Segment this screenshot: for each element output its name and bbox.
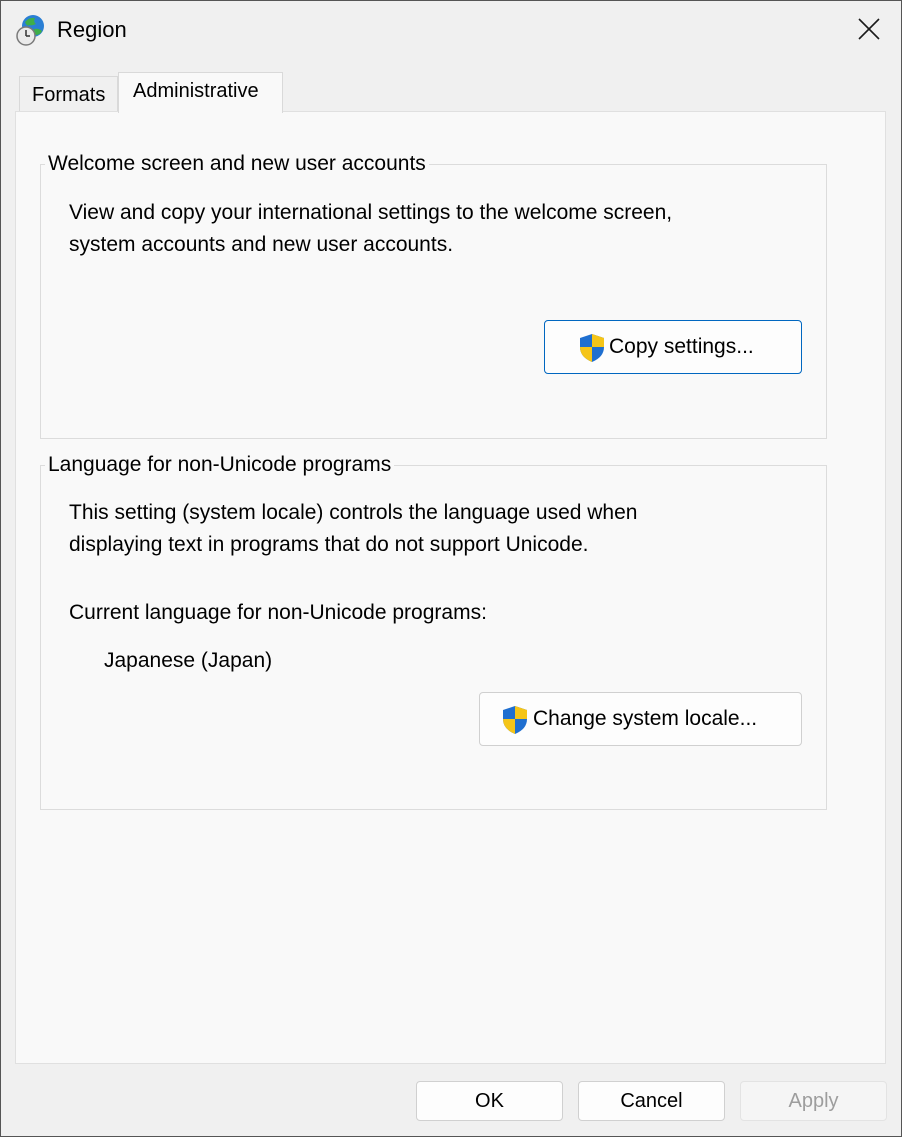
non-unicode-group-title: Language for non-Unicode programs [45, 453, 395, 477]
globe-clock-icon [15, 13, 47, 47]
window-title: Region [57, 17, 127, 42]
administrative-panel: Welcome screen and new user accounts Vie… [15, 111, 886, 1064]
welcome-screen-group-title: Welcome screen and new user accounts [45, 152, 429, 176]
cancel-button[interactable]: Cancel [578, 1081, 725, 1121]
locale-description-line2: displaying text in programs that do not … [69, 533, 589, 556]
uac-shield-icon [501, 705, 529, 741]
close-icon [858, 18, 880, 40]
region-dialog: Region Formats Administrative Welcome sc… [0, 0, 902, 1137]
copy-settings-button[interactable]: Copy settings... [544, 320, 802, 374]
locale-description-line1: This setting (system locale) controls th… [69, 501, 638, 524]
close-button[interactable] [845, 9, 893, 49]
change-system-locale-button[interactable]: Change system locale... [479, 692, 802, 746]
apply-button[interactable]: Apply [740, 1081, 887, 1121]
tab-formats[interactable]: Formats [19, 76, 118, 112]
welcome-description-line2: system accounts and new user accounts. [69, 233, 454, 256]
current-language-value: Japanese (Japan) [104, 649, 273, 672]
current-language-label: Current language for non-Unicode program… [69, 601, 487, 624]
copy-settings-label: Copy settings... [609, 335, 754, 358]
title-bar: Region [1, 1, 901, 61]
ok-button[interactable]: OK [416, 1081, 563, 1121]
change-system-locale-label: Change system locale... [533, 707, 758, 730]
tab-administrative[interactable]: Administrative [118, 72, 283, 113]
uac-shield-icon [578, 333, 606, 369]
welcome-description-line1: View and copy your international setting… [69, 201, 673, 224]
